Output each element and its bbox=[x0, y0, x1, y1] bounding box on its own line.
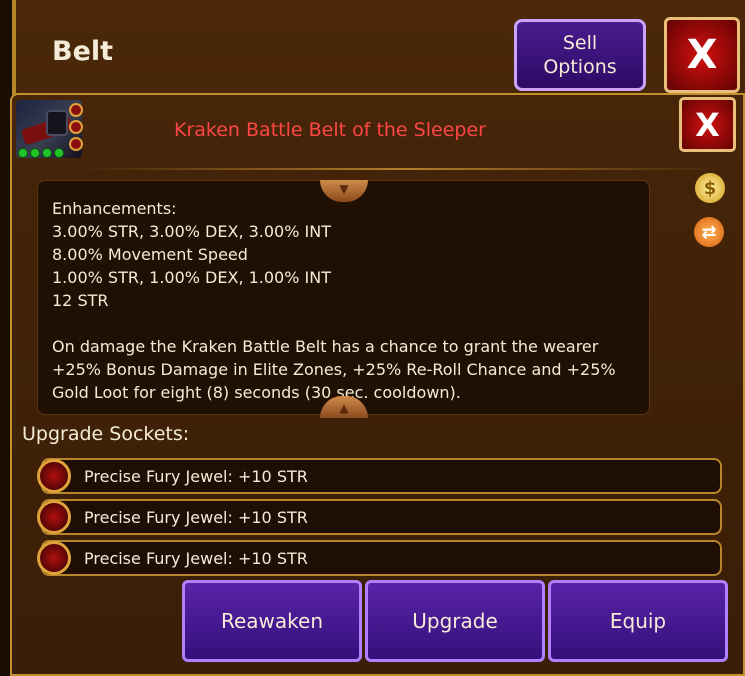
socket-label: Precise Fury Jewel: +10 STR bbox=[84, 508, 308, 527]
description-line: 1.00% STR, 1.00% DEX, 1.00% INT bbox=[52, 268, 331, 287]
item-name: Kraken Battle Belt of the Sleeper bbox=[174, 119, 486, 141]
description-paragraph: On damage the Kraken Battle Belt has a c… bbox=[52, 337, 616, 402]
green-rank-dot bbox=[54, 148, 64, 158]
close-window-button[interactable]: X bbox=[664, 17, 740, 93]
refresh-icon[interactable]: ⇄ bbox=[694, 217, 724, 247]
belt-buckle-shape bbox=[46, 110, 68, 136]
green-rank-dot bbox=[42, 148, 52, 158]
red-jewel-icon bbox=[37, 541, 71, 575]
divider bbox=[82, 168, 722, 170]
socket-label: Precise Fury Jewel: +10 STR bbox=[84, 549, 308, 568]
red-socket-dot bbox=[69, 120, 83, 134]
sockets-title: Upgrade Sockets: bbox=[22, 423, 190, 445]
red-socket-dot bbox=[69, 103, 83, 117]
gold-bag-icon[interactable]: $ bbox=[695, 173, 725, 203]
red-socket-dot bbox=[69, 137, 83, 151]
description-line: 3.00% STR, 3.00% DEX, 3.00% INT bbox=[52, 222, 331, 241]
red-jewel-icon bbox=[37, 459, 71, 493]
equip-button[interactable]: Equip bbox=[548, 580, 728, 662]
red-jewel-icon bbox=[37, 500, 71, 534]
reawaken-button[interactable]: Reawaken bbox=[182, 580, 362, 662]
sell-options-button[interactable]: Sell Options bbox=[514, 19, 646, 91]
description-line: 12 STR bbox=[52, 291, 109, 310]
description-line: 8.00% Movement Speed bbox=[52, 245, 248, 264]
green-rank-dot bbox=[30, 148, 40, 158]
socket-label: Precise Fury Jewel: +10 STR bbox=[84, 467, 308, 486]
page-title: Belt bbox=[52, 36, 114, 67]
green-rank-dot bbox=[18, 148, 28, 158]
close-item-button[interactable]: X bbox=[679, 97, 736, 152]
description-box[interactable]: Enhancements: 3.00% STR, 3.00% DEX, 3.00… bbox=[37, 180, 650, 415]
upgrade-button[interactable]: Upgrade bbox=[365, 580, 545, 662]
